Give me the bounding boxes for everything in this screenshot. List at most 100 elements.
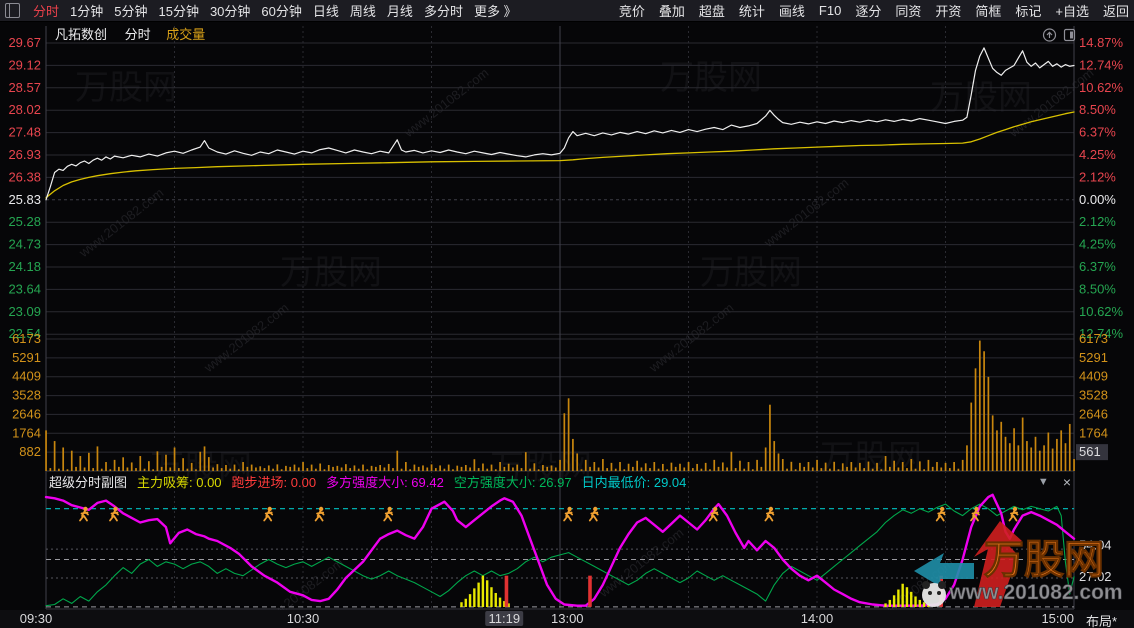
runner-icon — [765, 507, 773, 521]
volume-pane-label[interactable]: 成交量 — [166, 27, 205, 42]
runner-icon — [564, 507, 572, 521]
menu-item-30分钟[interactable]: 30分钟 — [210, 1, 250, 20]
chart-canvas: 29.6729.1228.5728.0227.4826.9326.3825.83… — [0, 0, 1134, 628]
time-label-14:00: 14:00 — [801, 611, 834, 626]
menu-item-超盘[interactable]: 超盘 — [699, 1, 725, 20]
watermark-red-arrow-icon — [974, 521, 1022, 607]
site-watermark: 万股网 www.201082.com — [896, 511, 1126, 612]
menu-item-叠加[interactable]: 叠加 — [659, 1, 685, 20]
axis-label: 2646 — [1079, 406, 1108, 421]
stock-name: 凡拓数创 — [55, 27, 107, 42]
indicator-field: 跑步进场: 0.00 — [232, 475, 317, 490]
axis-label: 5291 — [1079, 350, 1108, 365]
menu-item-15分钟[interactable]: 15分钟 — [158, 1, 198, 20]
pane-up-icon[interactable] — [1042, 28, 1057, 42]
menu-item-统计[interactable]: 统计 — [739, 1, 765, 20]
axis-label: 2.12% — [1079, 169, 1116, 184]
axis-label: 8.50% — [1079, 281, 1116, 296]
menu-item-日线[interactable]: 日线 — [313, 1, 339, 20]
time-label-15:00: 15:00 — [1041, 611, 1074, 626]
watermark-site-url: www.201082.com — [948, 581, 1122, 604]
axis-label: 4409 — [12, 369, 41, 384]
menu-item-5分钟[interactable]: 5分钟 — [114, 1, 147, 20]
time-label-09:30: 09:30 — [20, 611, 53, 626]
period-label[interactable]: 分时 — [125, 27, 151, 42]
axis-label: 4409 — [1079, 369, 1108, 384]
menu-item-多分时[interactable]: 多分时 — [424, 1, 463, 20]
faint-watermark-text: www.201082.com — [1006, 65, 1096, 140]
axis-label: 10.62% — [1079, 80, 1124, 95]
time-label-10:30: 10:30 — [287, 611, 320, 626]
axis-label: 0.00% — [1079, 192, 1116, 207]
menu-item-周线[interactable]: 周线 — [350, 1, 376, 20]
menu-item-更多 》[interactable]: 更多 》 — [474, 1, 517, 20]
chart-title: 凡拓数创 分时 成交量 — [55, 24, 205, 43]
axis-label: 3528 — [1079, 388, 1108, 403]
axis-label: 561 — [1079, 444, 1101, 459]
indicator-field: 主力吸筹: 0.00 — [137, 475, 222, 490]
axis-label: 1764 — [1079, 425, 1108, 440]
tools-menu: 竞价叠加超盘统计画线 F10 逐分同资开资简框标记 +自选返回 — [619, 1, 1129, 20]
axis-label: 12.74% — [1079, 326, 1124, 341]
faint-watermark-text: www.201082.com — [761, 175, 851, 250]
indicator-close-icon[interactable]: × — [1063, 476, 1071, 488]
faint-watermark-text: www.201082.com — [401, 65, 491, 140]
axis-label: 3528 — [12, 388, 41, 403]
menu-item-60分钟[interactable]: 60分钟 — [261, 1, 301, 20]
faint-watermark-text: www.201082.com — [646, 300, 736, 375]
faint-watermark-text: www.201082.com — [76, 185, 166, 260]
indicator-dropdown-icon[interactable]: ▼ — [1038, 476, 1049, 488]
layout-toggle-icon[interactable] — [5, 3, 20, 18]
menu-item-+自选[interactable]: +自选 — [1055, 1, 1089, 20]
menu-item-同资[interactable]: 同资 — [895, 1, 921, 20]
faint-watermark-logo: 万股网 — [75, 60, 177, 109]
indicator-title[interactable]: 超级分时副图 — [49, 472, 127, 491]
runner-icon — [710, 507, 718, 521]
menu-item-画线[interactable]: 画线 — [779, 1, 805, 20]
runner-icon — [316, 507, 324, 521]
layout-status-label[interactable]: 布局* — [1086, 611, 1117, 628]
indicator-field: 日内最低价: 29.04 — [582, 475, 687, 490]
axis-label: 25.83 — [8, 192, 41, 207]
menu-item-竞价[interactable]: 竞价 — [619, 1, 645, 20]
menu-item-月线[interactable]: 月线 — [387, 1, 413, 20]
watermark-site-name: 万股网 — [984, 538, 1104, 582]
axis-label: 4.25% — [1079, 147, 1116, 162]
axis-label: 28.02 — [8, 102, 41, 117]
axis-label: 2646 — [12, 406, 41, 421]
faint-watermark-logo: 万股网 — [700, 245, 802, 294]
axis-label: 29.67 — [8, 35, 41, 50]
menu-item-分时[interactable]: 分时 — [33, 1, 59, 20]
faint-watermark-logo: 万股网 — [280, 245, 382, 294]
axis-label: 10.62% — [1079, 304, 1124, 319]
runner-icon — [80, 507, 88, 521]
indicator-field: 多方强度大小: 69.42 — [326, 475, 444, 490]
axis-label: 6.37% — [1079, 259, 1116, 274]
period-menu: 分时 1分钟 5分钟 15分钟 30分钟 60分钟日线周线月线多分时更多 》 — [5, 1, 517, 20]
menu-item-返回[interactable]: 返回 — [1103, 1, 1129, 20]
axis-label: 54.04 — [1079, 538, 1112, 553]
axis-label: 6.37% — [1079, 125, 1116, 140]
pane-window-icon[interactable] — [1062, 28, 1077, 42]
menu-item-F10[interactable]: F10 — [819, 3, 841, 18]
axis-label: 5291 — [12, 350, 41, 365]
menu-item-简框[interactable]: 简框 — [975, 1, 1001, 20]
trading-app-window: 分时 1分钟 5分钟 15分钟 30分钟 60分钟日线周线月线多分时更多 》 竞价叠加超盘… — [0, 0, 1134, 628]
runner-icon — [384, 507, 392, 521]
time-axis: 布局* 09:3010:3011:1913:0014:0015:00 — [0, 610, 1134, 628]
faint-watermark-logo: 万股网 — [820, 430, 922, 479]
indicator-pane-header: 超级分时副图 主力吸筹: 0.00 跑步进场: 0.00 多方强度大小: 69.42… — [49, 473, 1071, 490]
axis-label: 1764 — [12, 425, 41, 440]
axis-label: 6173 — [1079, 331, 1108, 346]
indicator-field: 空方强度大小: 26.97 — [454, 475, 572, 490]
faint-watermark-logo: 万股网 — [930, 70, 1032, 119]
axis-label: 26.38 — [8, 169, 41, 184]
menu-item-逐分[interactable]: 逐分 — [855, 1, 881, 20]
runner-icon — [264, 507, 272, 521]
menu-item-1分钟[interactable]: 1分钟 — [70, 1, 103, 20]
time-label-13:00: 13:00 — [551, 611, 584, 626]
axis-label: 28.57 — [8, 80, 41, 95]
runner-icon — [110, 507, 118, 521]
menu-item-标记[interactable]: 标记 — [1015, 1, 1041, 20]
menu-item-开资[interactable]: 开资 — [935, 1, 961, 20]
